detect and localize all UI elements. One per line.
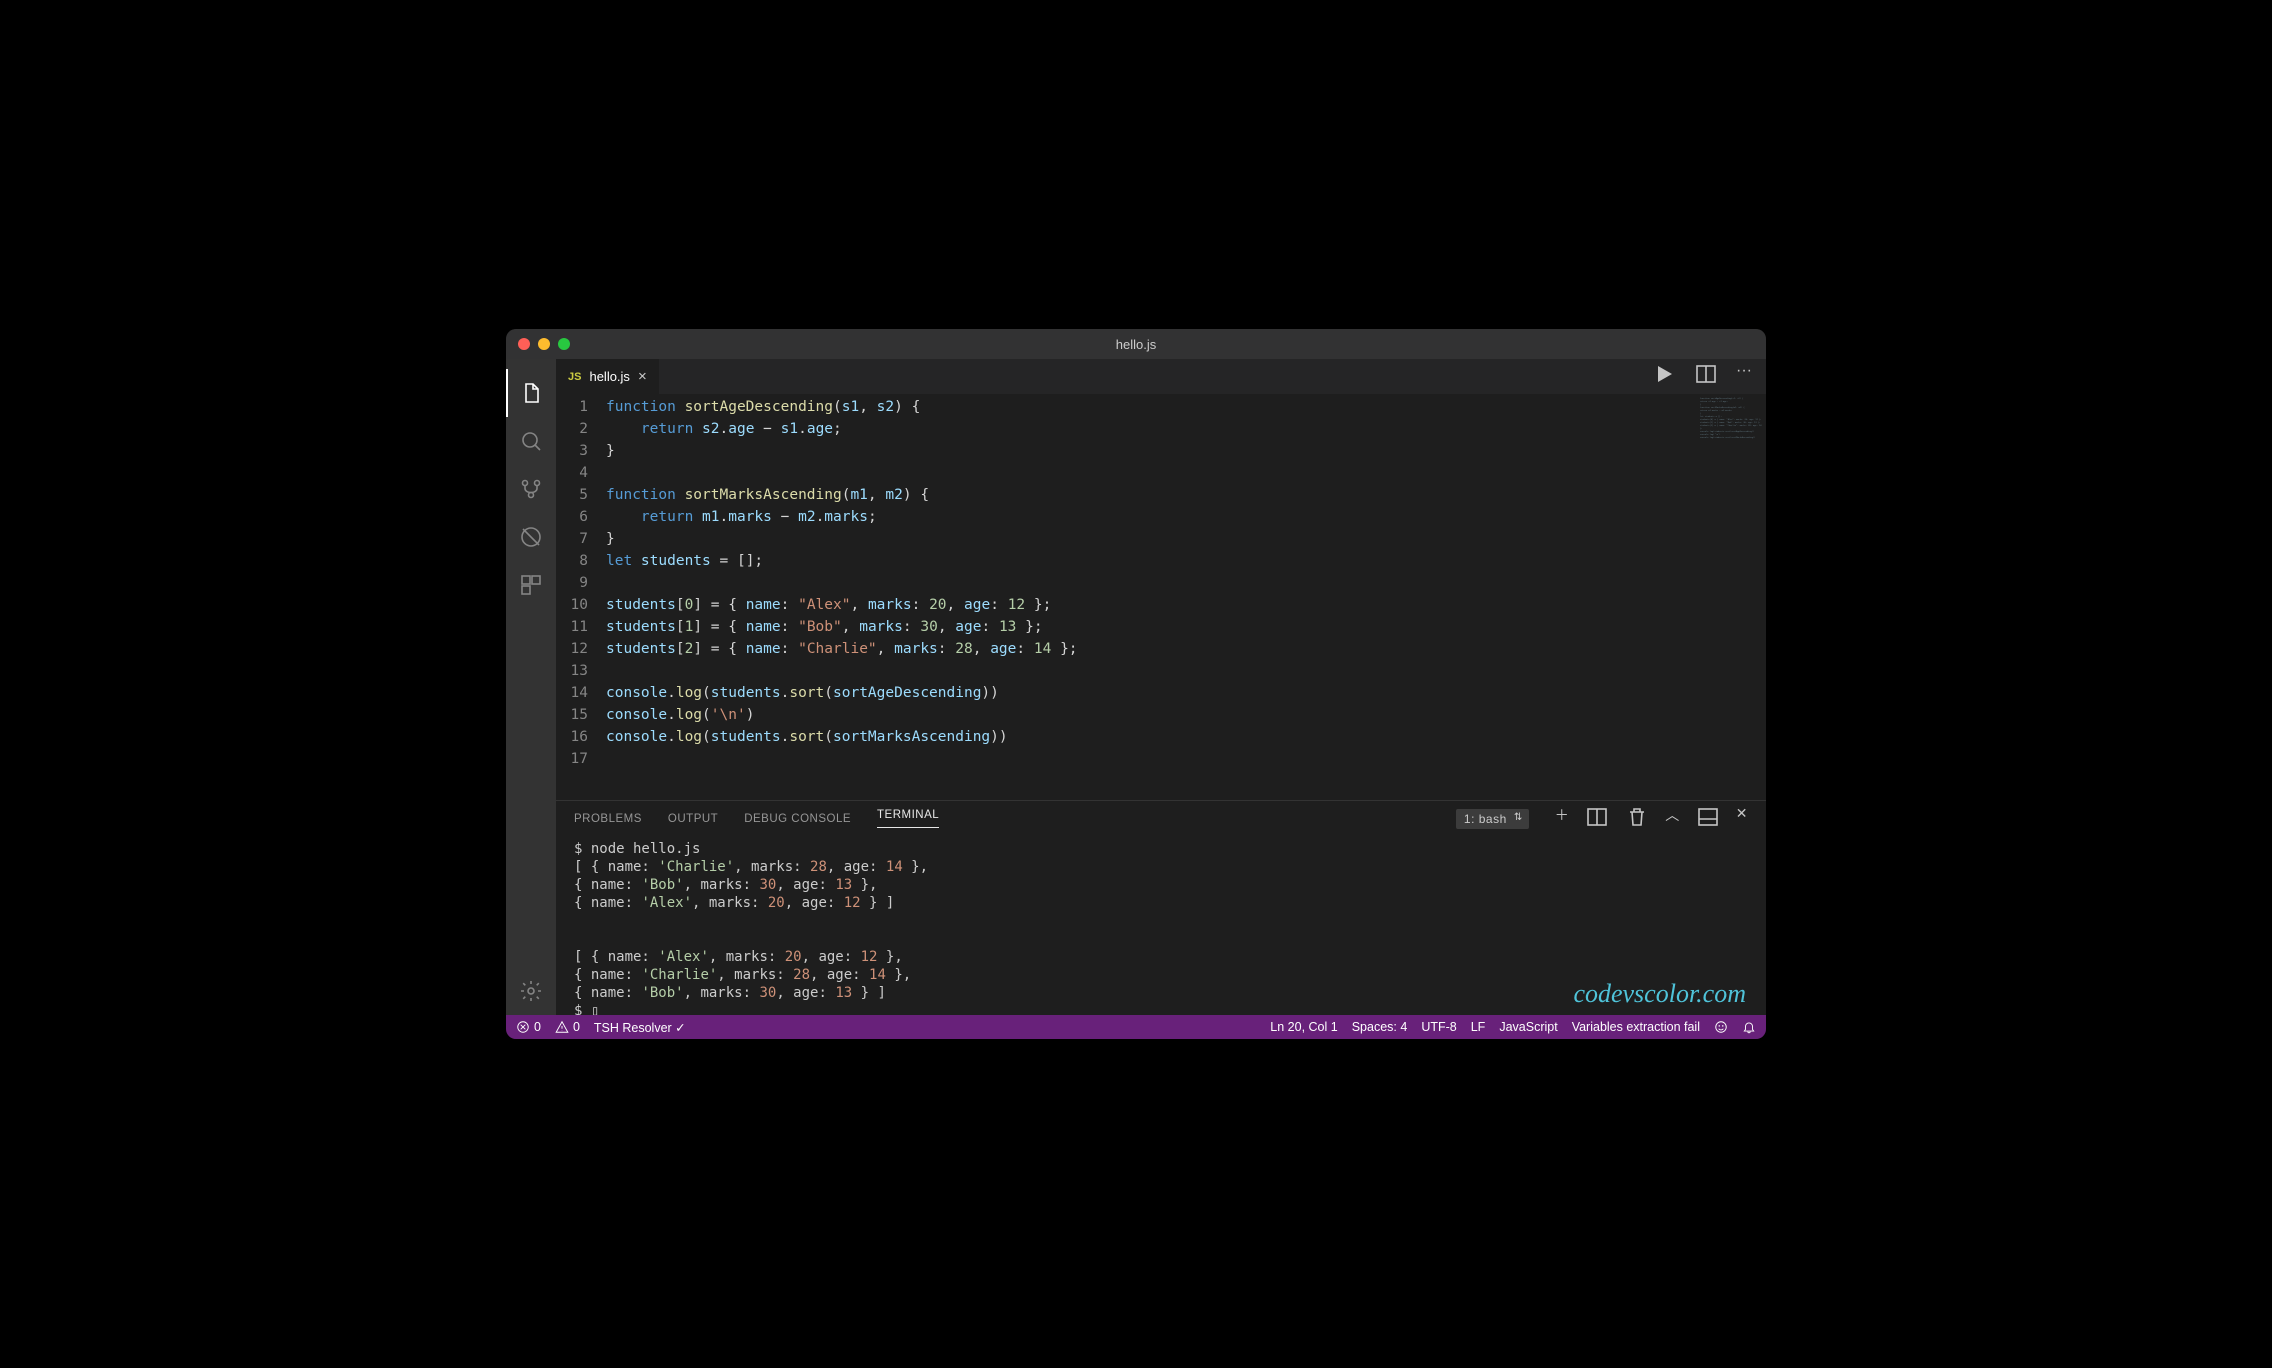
status-ln-col[interactable]: Ln 20, Col 1 [1270,1020,1337,1034]
maximize-window-button[interactable] [558,338,570,350]
more-actions-icon[interactable]: ··· [1736,362,1752,391]
line-number-gutter: 1234567891011121314151617 [556,394,606,800]
editor-actions: ··· [1652,362,1766,391]
tab-debug-console[interactable]: DEBUG CONSOLE [744,813,851,825]
tab-label: hello.js [589,369,629,384]
status-bar: 0 0 TSH Resolver ✓ Ln 20, Col 1 Spaces: … [506,1015,1766,1039]
source-control-icon[interactable] [506,465,556,513]
code-area[interactable]: function sortAgeDescending(s1, s2) { ret… [606,394,1766,800]
tab-problems[interactable]: PROBLEMS [574,813,642,825]
status-language[interactable]: JavaScript [1499,1020,1557,1034]
new-terminal-icon[interactable]: ＋ [1555,805,1570,832]
status-eol[interactable]: LF [1471,1020,1486,1034]
close-panel-icon[interactable]: ✕ [1736,805,1748,832]
bottom-panel: PROBLEMS OUTPUT DEBUG CONSOLE TERMINAL 1… [556,800,1766,1015]
status-extra[interactable]: Variables extraction fail [1572,1020,1700,1034]
status-feedback-icon[interactable] [1714,1020,1728,1034]
status-encoding[interactable]: UTF-8 [1421,1020,1456,1034]
minimap[interactable]: function sortAgeDescending(s1, s2) { ret… [1696,394,1766,800]
settings-icon[interactable] [506,967,556,1015]
tab-close-icon[interactable]: × [638,368,647,385]
explorer-icon[interactable] [506,369,556,417]
debug-icon[interactable] [506,513,556,561]
split-terminal-icon[interactable] [1585,805,1609,832]
js-file-icon: JS [568,371,581,383]
editor[interactable]: 1234567891011121314151617 function sortA… [556,394,1766,800]
close-window-button[interactable] [518,338,530,350]
status-errors[interactable]: 0 [516,1020,541,1034]
vscode-window: hello.js [506,329,1766,1039]
maximize-panel-icon[interactable]: ︿ [1665,805,1680,832]
traffic-lights [506,338,570,350]
run-icon[interactable] [1652,362,1676,391]
tab-hello-js[interactable]: JS hello.js × [556,359,660,394]
panel-tabs: PROBLEMS OUTPUT DEBUG CONSOLE TERMINAL 1… [556,801,1766,836]
kill-terminal-icon[interactable] [1625,805,1649,832]
search-icon[interactable] [506,417,556,465]
terminal-selector[interactable]: 1: bash [1456,809,1529,829]
window-title: hello.js [1116,337,1156,352]
status-notifications-icon[interactable] [1742,1020,1756,1034]
tab-bar: JS hello.js × ··· [556,359,1766,394]
minimize-window-button[interactable] [538,338,550,350]
extensions-icon[interactable] [506,561,556,609]
activity-bar [506,359,556,1015]
toggle-panel-icon[interactable] [1696,805,1720,832]
status-tsh-resolver[interactable]: TSH Resolver ✓ [594,1020,686,1035]
titlebar[interactable]: hello.js [506,329,1766,359]
watermark: codevscolor.com [1573,979,1746,1009]
status-warnings[interactable]: 0 [555,1020,580,1034]
split-editor-icon[interactable] [1694,362,1718,391]
tab-terminal[interactable]: TERMINAL [877,809,939,828]
status-spaces[interactable]: Spaces: 4 [1352,1020,1408,1034]
tab-output[interactable]: OUTPUT [668,813,718,825]
